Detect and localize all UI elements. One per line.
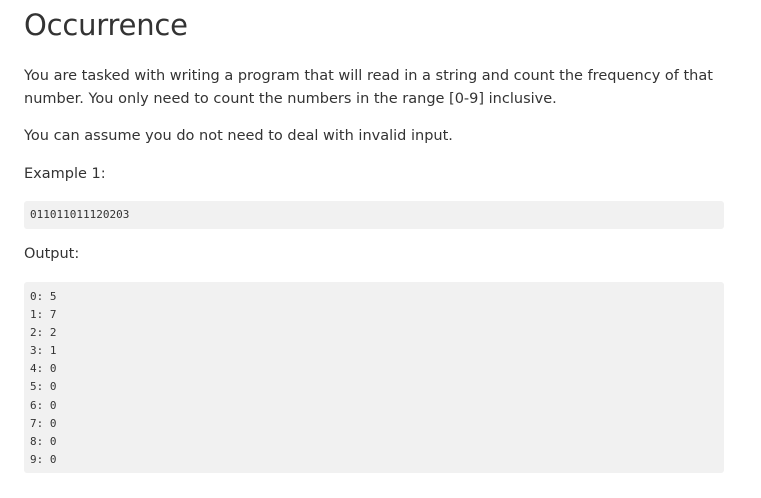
output-code-block: 0: 5 1: 7 2: 2 3: 1 4: 0 5: 0 6: 0 7: 0 8: 0 9: 0 (24, 282, 724, 473)
output-line-5: 5: 0 (30, 380, 57, 394)
page-title: Occurrence (24, 8, 188, 42)
output-line-9: 9: 0 (30, 452, 57, 466)
intro-paragraph: You are tasked with writing a program th… (24, 68, 713, 107)
example-input-code-block: 011011011120203 (24, 201, 724, 229)
output-line-0: 0: 5 (30, 290, 57, 303)
output-line-6: 6: 0 (30, 398, 57, 412)
output-line-8: 8: 0 (30, 434, 57, 448)
output-line-2: 2: 2 (30, 326, 57, 340)
example-input-text: 011011011120203 (30, 208, 130, 221)
output-line-4: 4: 0 (30, 362, 57, 376)
assumption-paragraph: You can assume you do not need to deal w… (24, 128, 453, 144)
example-label: Example 1: (24, 166, 106, 182)
output-line-1: 1: 7 (30, 308, 57, 322)
output-line-7: 7: 0 (30, 416, 57, 430)
output-label: Output: (24, 246, 80, 262)
output-line-3: 3: 1 (30, 344, 57, 358)
